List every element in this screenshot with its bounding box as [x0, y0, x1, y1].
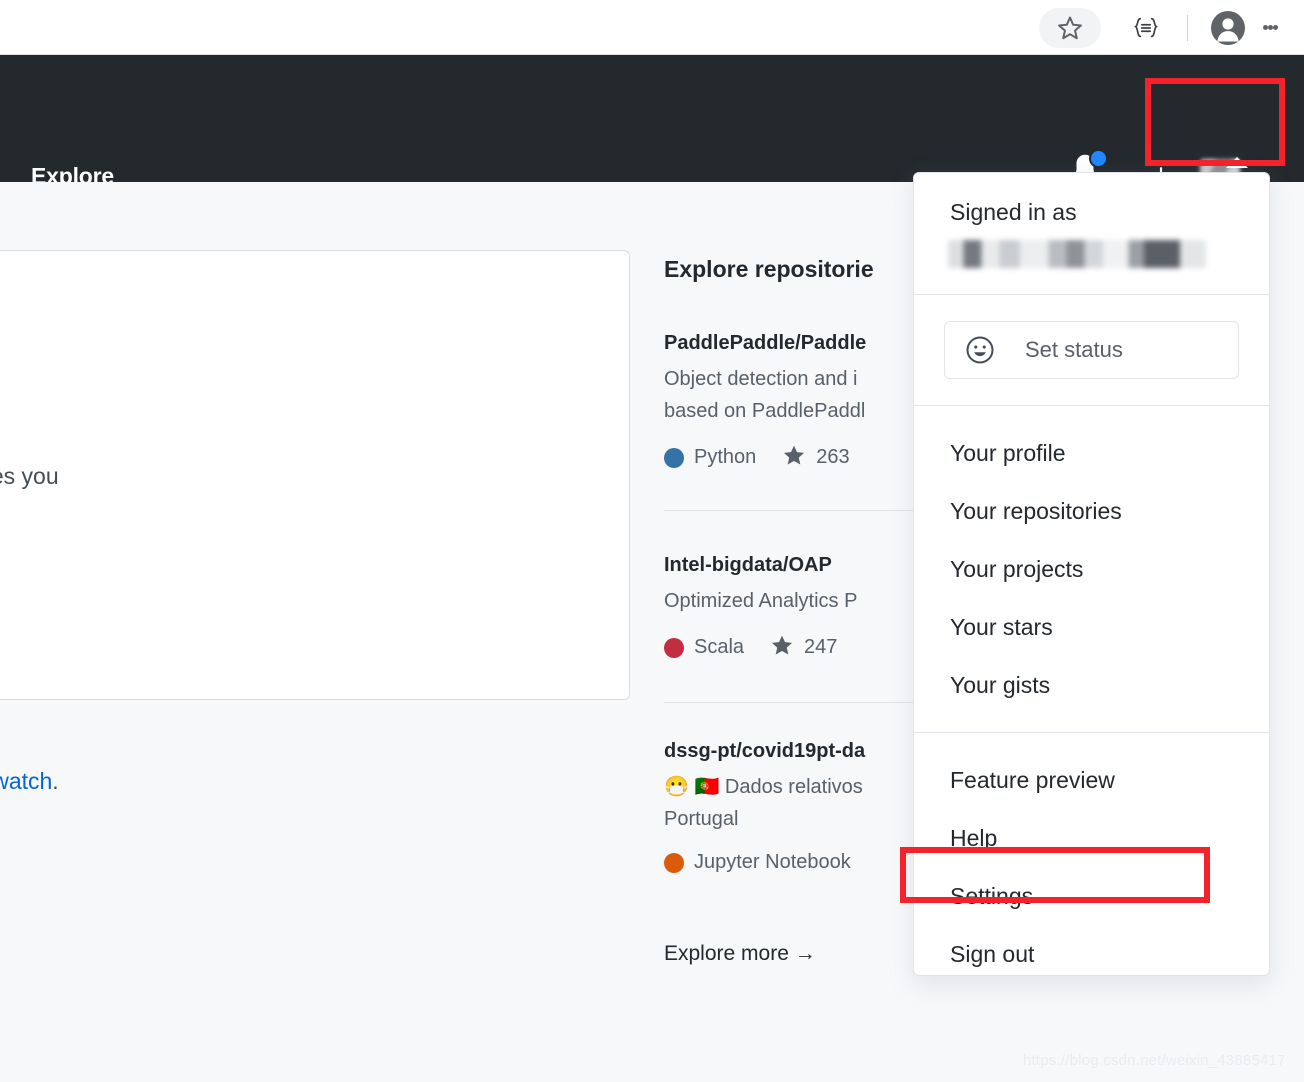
menu-item-your-repositories[interactable]: Your repositories [914, 482, 1269, 540]
feed-heading-line-1: jects and people to [0, 320, 650, 380]
toolbar-divider [1187, 15, 1188, 41]
github-header: Explore [0, 55, 1304, 182]
follow-watch-line: you follow and repositories you watch. [0, 768, 650, 795]
dropdown-divider [914, 294, 1269, 295]
feed-subtext: with recent activity on repositories you [0, 459, 650, 493]
dropdown-identity-section: Signed in as [914, 173, 1269, 268]
feed-heading: jects and people to news feed. [0, 320, 650, 440]
language-name: Python [694, 446, 756, 469]
star-count: 263 [816, 446, 849, 469]
star-count: 247 [804, 636, 837, 659]
set-status-button[interactable]: Set status [944, 321, 1239, 379]
star-filled-icon [770, 633, 794, 662]
menu-item-feature-preview[interactable]: Feature preview [914, 751, 1269, 809]
dropdown-status-section: Set status [914, 321, 1269, 379]
language-color-dot [664, 448, 684, 468]
explore-repositories-title: Explore repositorie [664, 256, 874, 283]
browser-toolbar [0, 0, 1304, 55]
menu-dot [1268, 25, 1273, 30]
language-color-dot [664, 638, 684, 658]
menu-item-sign-out[interactable]: Sign out [914, 925, 1269, 983]
follow-suffix: . [52, 768, 58, 794]
screenshot-root: Explore jects and people to news feed. w [0, 0, 1304, 1082]
menu-item-your-profile[interactable]: Your profile [914, 424, 1269, 482]
explore-more-link[interactable]: Explore more → [664, 942, 816, 966]
menu-item-your-gists[interactable]: Your gists [914, 656, 1269, 714]
notification-unread-dot [1089, 149, 1108, 168]
menu-dot [1273, 25, 1278, 30]
username-redacted [948, 240, 1206, 268]
feed-heading-line-2: news feed. [0, 380, 650, 440]
settings-item-highlight [900, 847, 1210, 903]
watch-link[interactable]: watch [0, 768, 52, 794]
dropdown-account-group: Your profile Your repositories Your proj… [914, 406, 1269, 732]
menu-item-your-projects[interactable]: Your projects [914, 540, 1269, 598]
language-name: Scala [694, 636, 744, 659]
star-icon[interactable] [1039, 8, 1101, 48]
set-status-label: Set status [1025, 337, 1123, 363]
signed-in-as-label: Signed in as [914, 173, 1269, 226]
menu-dot [1263, 25, 1268, 30]
avatar-menu-highlight [1145, 78, 1285, 166]
browser-profile-avatar-icon[interactable] [1206, 8, 1250, 48]
extension-brackets-icon[interactable] [1123, 8, 1169, 48]
menu-item-your-stars[interactable]: Your stars [914, 598, 1269, 656]
smiley-icon [965, 335, 995, 365]
watermark: https://blog.csdn.net/weixin_43885417 [1023, 1052, 1286, 1069]
language-color-dot [664, 853, 684, 873]
language-name: Jupyter Notebook [694, 851, 851, 874]
star-filled-icon [782, 443, 806, 472]
three-dot-menu-icon[interactable] [1250, 8, 1290, 48]
browser-toolbar-icons [1039, 8, 1304, 48]
